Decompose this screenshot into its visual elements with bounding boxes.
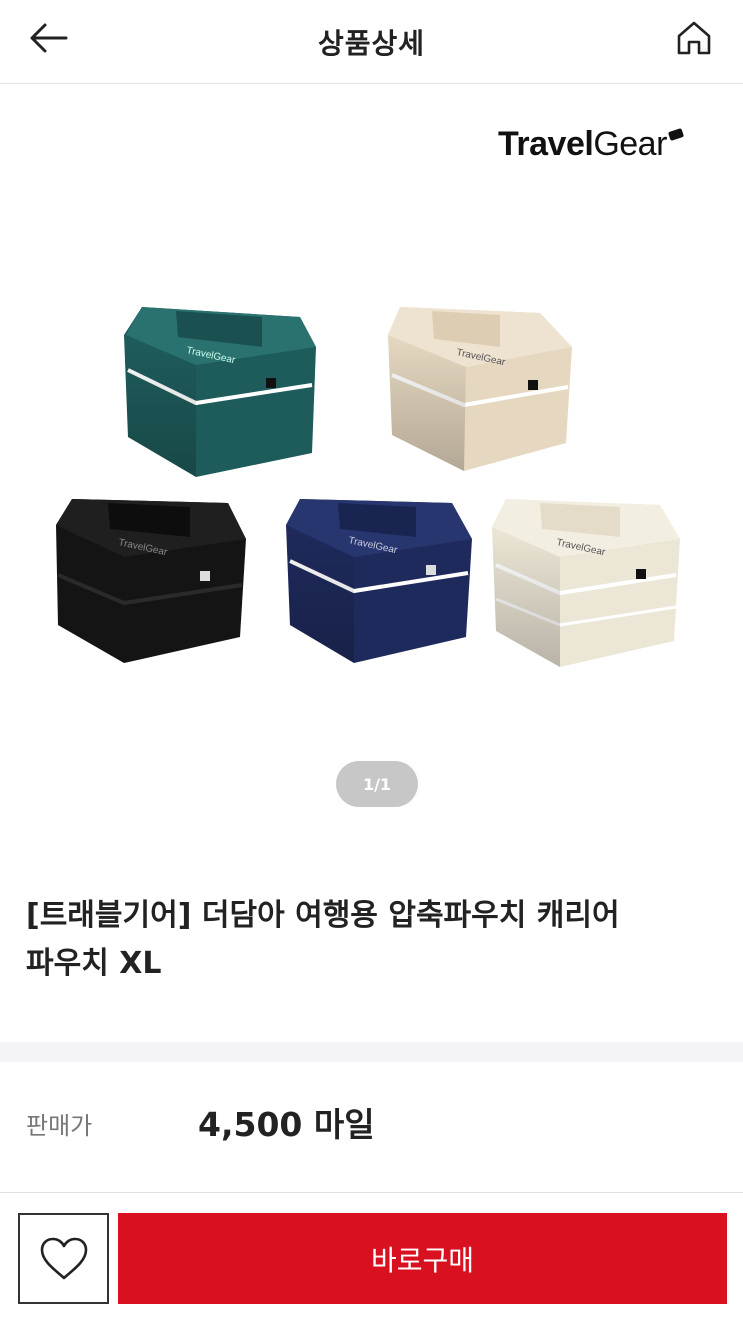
image-pager-indicator: 1/1 [336,761,418,807]
product-title-line1: [트래블기어] 더담아 여행용 압축파우치 캐리어 [26,898,620,933]
pouch-navy: TravelGear [286,499,472,663]
product-detail-page: 상품상세 TravelGear TravelGear TravelGear Tr… [0,0,743,1318]
section-divider [0,1042,743,1062]
product-image: TravelGear TravelGear TravelGear TravelG… [56,307,680,667]
home-button[interactable] [668,14,720,62]
pouch-beige: TravelGear [388,307,572,471]
buy-now-button[interactable]: 바로구매 [118,1213,727,1304]
price-value: 4,500 마일 [198,1105,375,1144]
page-title: 상품상세 [317,27,426,60]
pouch-black: TravelGear [56,499,246,663]
price-label: 판매가 [26,1112,93,1140]
product-title: [트래블기어] 더담아 여행용 압축파우치 캐리어 파우치 XL [26,892,716,988]
wishlist-button[interactable] [18,1213,109,1304]
heart-icon [40,1237,87,1279]
brand-logo: TravelGear [498,125,684,164]
top-app-bar: 상품상세 [0,0,743,84]
brand-tag-icon [667,128,684,141]
product-image-carousel[interactable]: TravelGear TravelGear TravelGear TravelG… [0,85,743,845]
bottom-action-bar: 바로구매 [0,1192,743,1318]
pouch-teal: TravelGear [124,307,316,477]
pouch-ivory: TravelGear [492,499,680,667]
home-icon [677,21,711,55]
product-title-line2: 파우치 XL [26,946,162,981]
